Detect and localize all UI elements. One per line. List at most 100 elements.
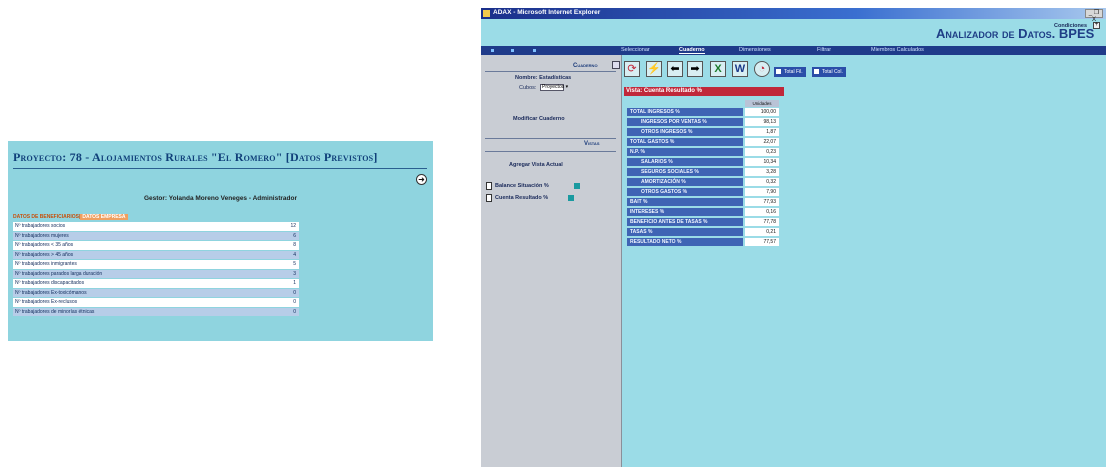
nav-cuaderno[interactable]: Cuaderno bbox=[679, 47, 705, 54]
nav-dot-icon bbox=[491, 49, 494, 52]
table-row: Nº trabajadores inmigrantes 5 bbox=[13, 260, 299, 269]
row-label: Nº trabajadores Ex-reclusos bbox=[15, 299, 78, 305]
row-label: OTROS GASTOS % bbox=[627, 188, 743, 196]
row-label: INTERESES % bbox=[627, 208, 743, 216]
row-value: 5 bbox=[293, 261, 296, 267]
window-controls[interactable]: _ ❐ X bbox=[1085, 9, 1103, 23]
table-row: Nº trabajadores parados larga duración 3 bbox=[13, 269, 299, 278]
row-value: 7,90 bbox=[745, 188, 779, 196]
view-link-cuenta[interactable]: Cuenta Resultado % bbox=[495, 195, 548, 201]
sidebar: Cuaderno Nombre: Estadísticas Cubos: Pro… bbox=[481, 55, 622, 467]
row-label: BENEFICIO ANTES DE TASAS % bbox=[627, 218, 743, 226]
cuaderno-name: Nombre: Estadísticas bbox=[515, 75, 572, 81]
main-nav: Seleccionar Cuaderno Dimensiones Filtrar… bbox=[481, 46, 1106, 55]
row-value: 98,13 bbox=[745, 118, 779, 126]
row-label: SEGUROS SOCIALES % bbox=[627, 168, 743, 176]
row-label: INGRESOS POR VENTAS % bbox=[627, 118, 743, 126]
chart-icon[interactable]: ◔ bbox=[754, 61, 770, 77]
row-value: 100,00 bbox=[745, 108, 779, 116]
row-value: 3,28 bbox=[745, 168, 779, 176]
row-value: 12 bbox=[290, 223, 296, 229]
sidebar-divider bbox=[485, 138, 616, 139]
row-value: 0 bbox=[293, 299, 296, 305]
table-row: Nº trabajadores Ex-reclusos 0 bbox=[13, 298, 299, 307]
row-label: Nº trabajadores de minorías étnicas bbox=[15, 308, 95, 315]
row-value: 3 bbox=[293, 270, 296, 277]
column-header: Unidades bbox=[745, 100, 779, 107]
total-col-checkbox[interactable]: Total Col. bbox=[812, 67, 846, 77]
row-value: 77,78 bbox=[745, 218, 779, 226]
nav-seleccionar[interactable]: Seleccionar bbox=[621, 47, 650, 53]
row-label: AMORTIZACIÓN % bbox=[627, 178, 743, 186]
row-value: 1 bbox=[293, 280, 296, 286]
row-label: SALARIOS % bbox=[627, 158, 743, 166]
table-row: Nº trabajadores mujeres 6 bbox=[13, 231, 299, 240]
cubos-label: Cubos: bbox=[519, 85, 537, 91]
excel-icon[interactable]: X bbox=[710, 61, 726, 77]
title-divider bbox=[13, 168, 427, 169]
row-label: Nº trabajadores socios bbox=[15, 223, 66, 229]
row-label: Nº trabajadores > 45 años bbox=[15, 251, 74, 258]
row-value: 77,57 bbox=[745, 238, 779, 246]
row-value: 0,32 bbox=[745, 178, 779, 186]
cuaderno-header: Cuaderno bbox=[573, 63, 598, 69]
cubos-select[interactable]: Proyectos ▾ bbox=[540, 84, 568, 91]
row-value: 0 bbox=[293, 308, 296, 315]
arrow-right-icon[interactable]: ➡ bbox=[687, 61, 703, 77]
row-value: 6 bbox=[293, 232, 296, 239]
lightning-icon[interactable]: ⚡ bbox=[646, 61, 662, 77]
row-value: 0,23 bbox=[745, 148, 779, 156]
document-icon bbox=[486, 194, 492, 202]
vistas-header: Vistas bbox=[584, 141, 600, 147]
panel-tabs: DATOS DE BENEFICIARIOS|DATOS EMPRESA bbox=[13, 214, 128, 221]
tab-datos-beneficiarios[interactable]: DATOS DE BENEFICIARIOS bbox=[13, 214, 79, 220]
row-value: 10,34 bbox=[745, 158, 779, 166]
row-label: TASAS % bbox=[627, 228, 743, 236]
row-label: Nº trabajadores mujeres bbox=[15, 232, 69, 239]
nav-dot-icon bbox=[511, 49, 514, 52]
cubos-select-value: Proyectos bbox=[542, 84, 565, 90]
condiciones-label[interactable]: Condiciones bbox=[1054, 23, 1087, 29]
sidebar-divider bbox=[485, 71, 616, 72]
row-value: 22,07 bbox=[745, 138, 779, 146]
title-bar: ADAX - Microsoft Internet Explorer _ ❐ X bbox=[481, 8, 1106, 23]
view-link-balance[interactable]: Balance Situación % bbox=[495, 183, 549, 189]
tab-datos-empresa[interactable]: DATOS EMPRESA bbox=[80, 214, 128, 220]
total-fil-checkbox[interactable]: Total Fil. bbox=[774, 67, 806, 77]
row-value: 0 bbox=[293, 289, 296, 296]
row-label: Nº trabajadores discapacitados bbox=[15, 280, 85, 286]
row-value: 1,87 bbox=[745, 128, 779, 136]
back-arrow-icon[interactable]: ➜ bbox=[416, 174, 427, 185]
nav-filtrar[interactable]: Filtrar bbox=[817, 47, 831, 53]
gestor-label: Gestor: Yolanda Moreno Veneges - Adminis… bbox=[143, 195, 298, 202]
row-value: 0,21 bbox=[745, 228, 779, 236]
delete-view-icon[interactable] bbox=[568, 195, 574, 201]
beneficiarios-table: Nº trabajadores socios 12 Nº trabajadores … bbox=[13, 222, 299, 317]
nav-dimensiones[interactable]: Dimensiones bbox=[739, 47, 771, 53]
row-label: TOTAL INGRESOS % bbox=[627, 108, 743, 116]
sidebar-divider bbox=[485, 151, 616, 152]
refresh-icon[interactable]: ⟳ bbox=[624, 61, 640, 77]
delete-view-icon[interactable] bbox=[574, 183, 580, 189]
table-row: Nº trabajadores socios 12 bbox=[13, 222, 299, 231]
agregar-vista-link[interactable]: Agregar Vista Actual bbox=[509, 162, 563, 168]
add-condition-icon[interactable]: + bbox=[1093, 22, 1100, 29]
table-row: Nº trabajadores Ex-toxicómanos 0 bbox=[13, 288, 299, 297]
table-row: Nº trabajadores > 45 años 4 bbox=[13, 250, 299, 259]
row-value: 8 bbox=[293, 242, 296, 248]
row-label: Nº trabajadores Ex-toxicómanos bbox=[15, 289, 87, 296]
browser-window: ADAX - Microsoft Internet Explorer _ ❐ X… bbox=[481, 8, 1106, 467]
row-value: 0,16 bbox=[745, 208, 779, 216]
cuaderno-options-icon[interactable] bbox=[612, 61, 620, 69]
window-title: ADAX - Microsoft Internet Explorer bbox=[493, 9, 601, 16]
toolbar: ⟳ ⚡ ⬅ ➡ X W ◔ Total Fil. Total Col. bbox=[624, 55, 1106, 91]
row-label: RESULTADO NETO % bbox=[627, 238, 743, 246]
row-label: TOTAL GASTOS % bbox=[627, 138, 743, 146]
row-label: N.P. % bbox=[627, 148, 743, 156]
word-icon[interactable]: W bbox=[732, 61, 748, 77]
nav-miembros-calculados[interactable]: Miembros Calculados bbox=[871, 47, 924, 53]
modificar-cuaderno-link[interactable]: Modificar Cuaderno bbox=[513, 116, 565, 122]
row-label: BAIT % bbox=[627, 198, 743, 206]
arrow-left-icon[interactable]: ⬅ bbox=[667, 61, 683, 77]
project-title: Proyecto: 78 - Alojamientos Rurales "El … bbox=[13, 150, 378, 164]
